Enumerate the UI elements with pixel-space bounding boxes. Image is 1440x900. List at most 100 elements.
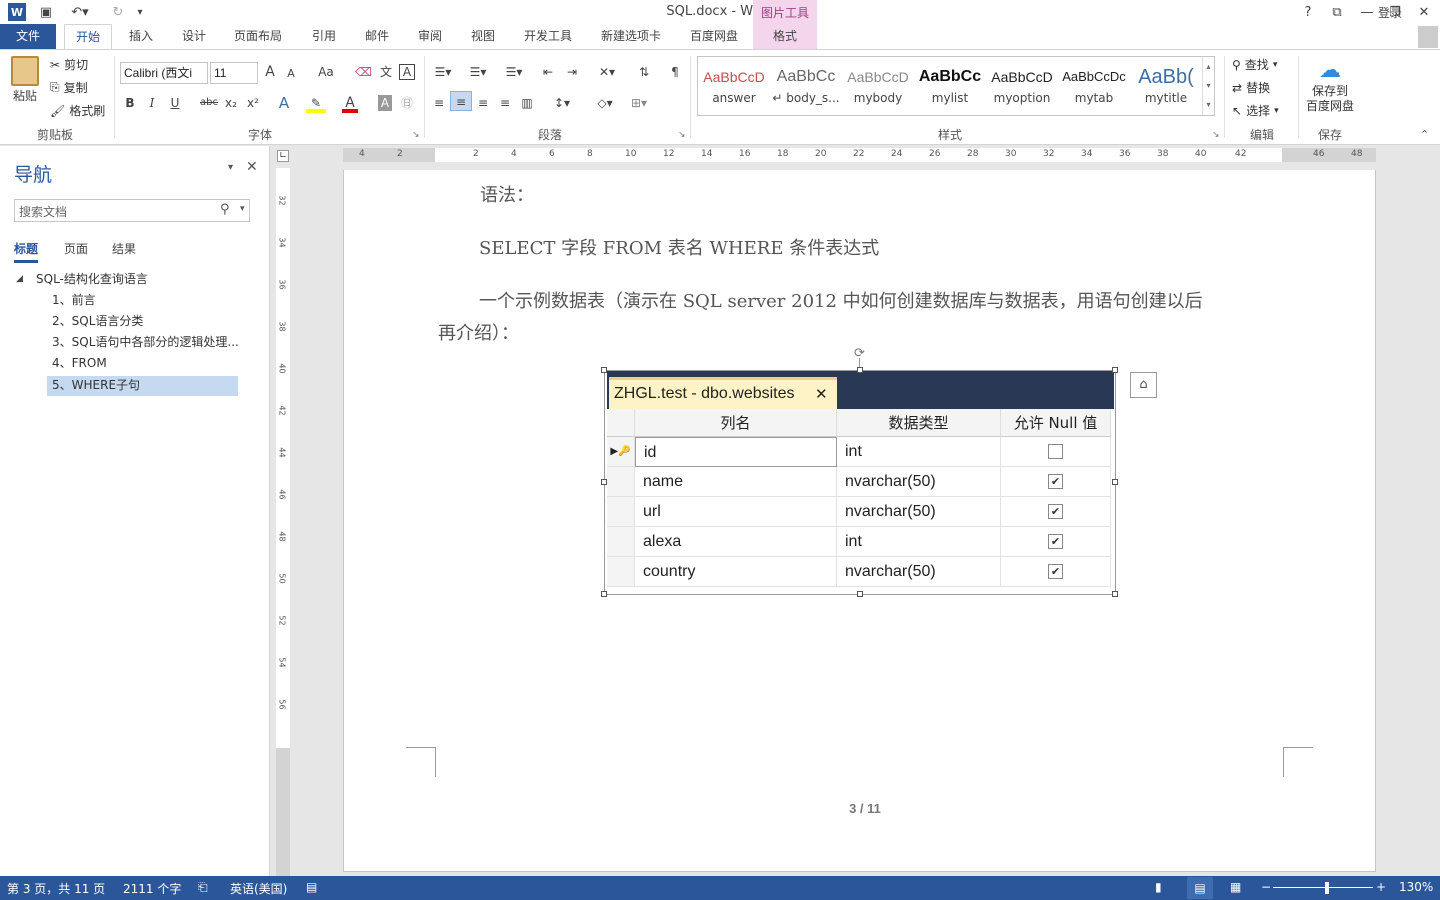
replace-button[interactable]: ⇄ 替换 [1232, 79, 1270, 96]
copy-button[interactable]: ⎘ 复制 [50, 79, 88, 96]
proofing-icon[interactable]: ⎗ [198, 880, 208, 895]
line-spacing-icon[interactable]: ↕▾ [548, 93, 576, 113]
chevron-down-icon[interactable]: ▾ [240, 204, 245, 214]
web-layout-icon[interactable]: ▦ [1230, 880, 1241, 894]
styles-scroll[interactable]: ▴ ▾ ▾ [1202, 57, 1214, 115]
nav-tab-pages[interactable]: 页面 [64, 240, 88, 257]
nav-tab-headings[interactable]: 标题 [14, 240, 39, 263]
cut-button[interactable]: ✂ 剪切 [50, 56, 88, 73]
macro-record-icon[interactable]: ▤ [306, 880, 317, 894]
tab-format[interactable]: 格式 [753, 24, 817, 49]
collapse-ribbon-icon[interactable]: ⌃ [1420, 128, 1429, 141]
char-shading-icon[interactable]: A [378, 95, 392, 111]
italic-button[interactable]: I [145, 93, 159, 113]
resize-handle[interactable] [857, 367, 863, 373]
find-button[interactable]: ⚲ 查找 ▾ [1232, 56, 1277, 73]
enclose-char-icon[interactable]: ㊐ [398, 93, 416, 113]
zoom-slider-thumb[interactable] [1324, 882, 1329, 894]
subscript-button[interactable]: x₂ [222, 93, 240, 113]
tab-design[interactable]: 设计 [172, 24, 216, 49]
align-center-icon[interactable]: ≡ [450, 91, 472, 111]
resize-handle[interactable] [601, 479, 607, 485]
tab-new[interactable]: 新建选项卡 [592, 24, 670, 49]
status-word-count[interactable]: 2111 个字 [123, 880, 181, 897]
expand-icon[interactable]: ◢ [16, 270, 23, 289]
login-link[interactable]: 登录 [1378, 4, 1402, 21]
bold-button[interactable]: B [122, 93, 138, 113]
format-painter-button[interactable]: 🖌 格式刷 [50, 102, 105, 119]
zoom-in-button[interactable]: + [1376, 880, 1386, 894]
style-myoption[interactable]: AaBbCcD myoption [986, 57, 1058, 115]
status-page[interactable]: 第 3 页，共 11 页 [7, 880, 105, 897]
nav-options-icon[interactable]: ▾ [228, 162, 233, 173]
tab-home[interactable]: 开始 [64, 24, 112, 50]
chinese-layout-icon[interactable]: ✕▾ [592, 62, 622, 82]
zoom-slider-track[interactable] [1273, 887, 1373, 888]
resize-handle[interactable] [601, 591, 607, 597]
zoom-out-button[interactable]: − [1261, 880, 1271, 894]
nav-close-icon[interactable]: ✕ [246, 159, 258, 175]
clear-format-icon[interactable]: ⌫ [355, 62, 372, 82]
grow-font-button[interactable]: A [262, 62, 278, 82]
resize-handle[interactable] [857, 591, 863, 597]
status-language[interactable]: 英语(美国) [230, 880, 287, 897]
style-mylist[interactable]: AaBbCc mylist [914, 57, 986, 115]
layout-options-icon[interactable]: ⌂ [1130, 372, 1157, 398]
nav-heading-root[interactable]: SQL-结构化查询语言 [36, 270, 148, 289]
search-icon[interactable]: ⚲ [220, 202, 230, 217]
shrink-font-button[interactable]: A [284, 64, 298, 84]
strikethrough-button[interactable]: abc [199, 93, 219, 113]
text-effects-icon[interactable]: A [276, 93, 292, 113]
save-to-baidu-button[interactable]: ☁ 保存到 百度网盘 [1302, 58, 1358, 114]
distributed-icon[interactable]: ▥ [518, 93, 536, 113]
read-mode-icon[interactable]: ▮ [1155, 880, 1162, 894]
tab-review[interactable]: 审阅 [408, 24, 452, 49]
nav-tab-results[interactable]: 结果 [112, 240, 136, 257]
resize-handle[interactable] [1112, 479, 1118, 485]
highlight-icon[interactable]: ✎ [306, 93, 326, 113]
help-icon[interactable]: ? [1300, 3, 1316, 21]
change-case-button[interactable]: Aa [312, 62, 340, 82]
tab-insert[interactable]: 插入 [120, 24, 162, 49]
nav-heading-item[interactable]: 4、FROM [52, 354, 107, 373]
paragraph-dialog-launcher-icon[interactable]: ↘ [678, 130, 686, 140]
tab-references[interactable]: 引用 [302, 24, 346, 49]
phonetic-icon[interactable]: 文 [377, 62, 395, 82]
multilevel-list-icon[interactable]: ☰▾ [500, 62, 528, 82]
tab-view[interactable]: 视图 [462, 24, 504, 49]
tab-layout[interactable]: 页面布局 [226, 24, 290, 49]
tab-developer[interactable]: 开发工具 [514, 24, 582, 49]
increase-indent-icon[interactable]: ⇥ [562, 62, 582, 82]
zoom-level[interactable]: 130% [1399, 880, 1433, 894]
font-size-combo[interactable]: 11 [210, 62, 258, 84]
font-dialog-launcher-icon[interactable]: ↘ [412, 130, 420, 140]
select-button[interactable]: ↖ 选择 ▾ [1232, 102, 1279, 119]
avatar[interactable] [1418, 26, 1438, 48]
nav-heading-item[interactable]: 2、SQL语言分类 [52, 312, 143, 331]
align-right-icon[interactable]: ≡ [474, 93, 492, 113]
style-mybody[interactable]: AaBbCcD mybody [842, 57, 914, 115]
styles-dialog-launcher-icon[interactable]: ↘ [1212, 130, 1220, 140]
bullets-icon[interactable]: ☰▾ [430, 62, 456, 82]
font-color-icon[interactable]: A [342, 93, 358, 113]
align-left-icon[interactable]: ≡ [430, 93, 448, 113]
decrease-indent-icon[interactable]: ⇤ [538, 62, 558, 82]
tab-baidu[interactable]: 百度网盘 [680, 24, 748, 49]
style-mytab[interactable]: AaBbCcDc mytab [1058, 57, 1130, 115]
font-name-combo[interactable]: Calibri (西文i [120, 62, 208, 84]
minimize-button[interactable]: — [1358, 3, 1376, 21]
style-body[interactable]: AaBbCc ↵ body_s... [770, 57, 842, 115]
resize-handle[interactable] [601, 367, 607, 373]
borders-icon[interactable]: ⊞▾ [624, 93, 654, 113]
style-answer[interactable]: AaBbCcD answer [698, 57, 770, 115]
nav-search-input[interactable]: 搜索文档 [14, 199, 250, 222]
nav-heading-item[interactable]: 3、SQL语句中各部分的逻辑处理... [52, 333, 238, 352]
shading-icon[interactable]: ◇▾ [590, 93, 620, 113]
print-layout-button[interactable]: ▤ [1187, 877, 1213, 899]
paste-button[interactable]: 粘贴 [8, 56, 42, 106]
tab-mailings[interactable]: 邮件 [356, 24, 398, 49]
superscript-button[interactable]: x² [244, 93, 262, 113]
show-marks-icon[interactable]: ¶ [666, 62, 684, 82]
sort-icon[interactable]: ⇅ [634, 62, 654, 82]
nav-heading-item-selected[interactable]: 5、WHERE子句 [47, 376, 238, 396]
